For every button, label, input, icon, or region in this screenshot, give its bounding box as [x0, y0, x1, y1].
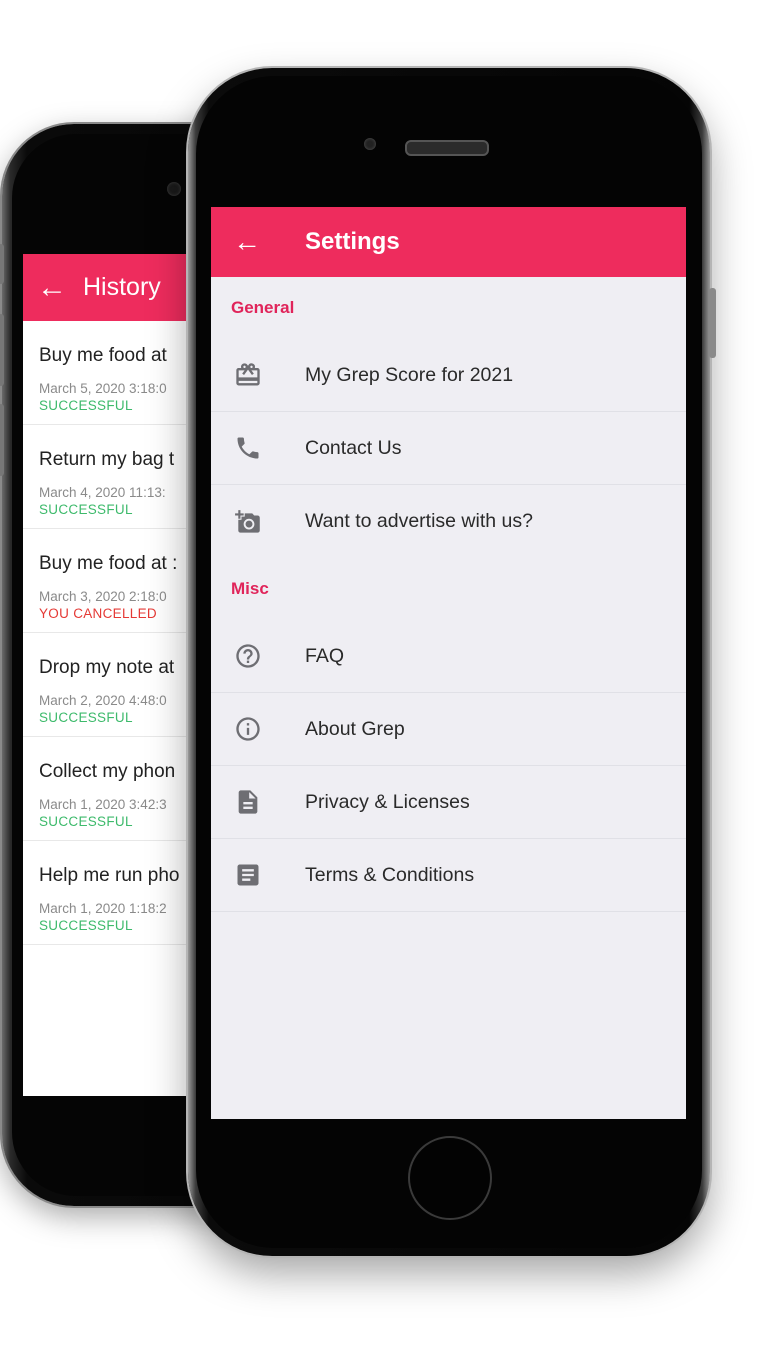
home-button[interactable]: [408, 1136, 492, 1220]
settings-item-label: Terms & Conditions: [305, 863, 475, 886]
history-title: History: [83, 273, 161, 301]
settings-item-contact-us[interactable]: Contact Us: [211, 412, 686, 485]
history-camera-icon: [167, 182, 181, 196]
settings-app-bar: ← Settings: [211, 207, 686, 277]
settings-item-advertise[interactable]: Want to advertise with us?: [211, 485, 686, 558]
add-camera-icon: [231, 508, 265, 536]
section-header-misc: Misc: [231, 579, 269, 598]
settings-item-label: Want to advertise with us?: [305, 510, 533, 532]
help-circle-icon: [231, 642, 265, 670]
settings-screen: ← Settings General My Grep Score for 202…: [211, 207, 686, 1119]
settings-item-about[interactable]: About Grep: [211, 693, 686, 766]
back-arrow-icon[interactable]: ←: [233, 228, 273, 256]
phone-icon: [231, 434, 265, 462]
earpiece-speaker: [405, 140, 489, 156]
settings-item-faq[interactable]: FAQ: [211, 620, 686, 693]
volume-up-button: [0, 314, 4, 386]
back-arrow-icon[interactable]: ←: [37, 272, 67, 303]
settings-item-label: Privacy & Licenses: [305, 790, 470, 813]
power-button: [709, 288, 716, 358]
section-header-general: General: [231, 298, 295, 317]
mute-switch: [0, 244, 4, 284]
notes-icon: [231, 861, 265, 889]
gift-card-icon: [231, 361, 265, 389]
settings-item-label: Contact Us: [305, 436, 402, 459]
settings-item-privacy[interactable]: Privacy & Licenses: [211, 766, 686, 839]
info-icon: [231, 715, 265, 743]
settings-title: Settings: [305, 228, 400, 255]
document-icon: [231, 788, 265, 816]
settings-item-grep-score[interactable]: My Grep Score for 2021: [211, 339, 686, 412]
settings-item-terms[interactable]: Terms & Conditions: [211, 839, 686, 912]
settings-item-label: FAQ: [305, 644, 345, 667]
settings-item-label: About Grep: [305, 717, 405, 740]
front-camera-icon: [364, 138, 376, 150]
settings-item-label: My Grep Score for 2021: [305, 363, 514, 386]
volume-down-button: [0, 404, 4, 476]
